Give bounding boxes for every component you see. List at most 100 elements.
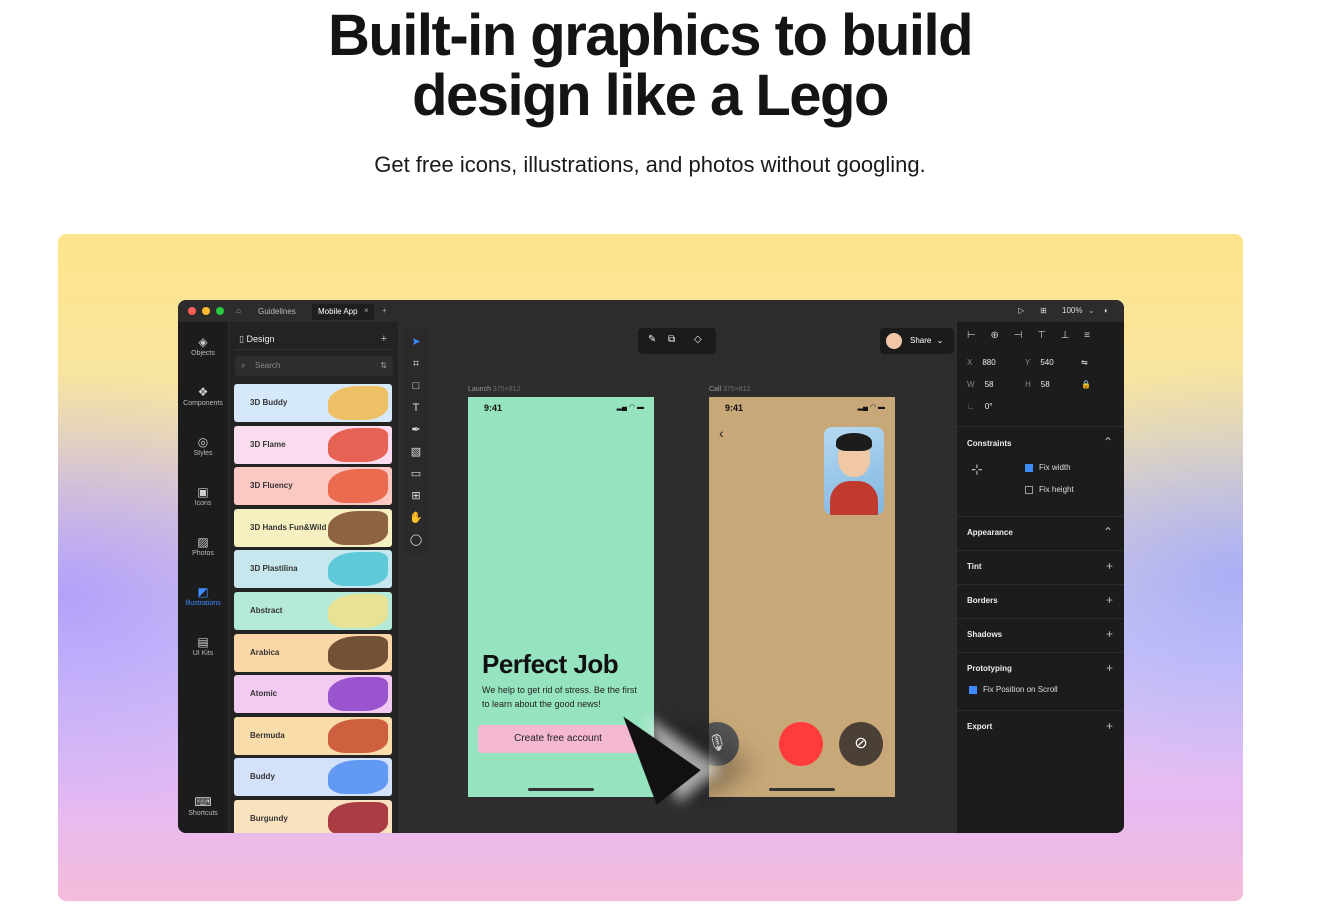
launch-body: We help to get rid of stress. Be the fir… (482, 685, 637, 709)
image-tool-icon[interactable]: ▧ (403, 442, 429, 462)
add-prototype-icon[interactable]: + (1106, 661, 1113, 675)
add-shadow-icon[interactable]: + (1106, 627, 1113, 641)
y-field[interactable]: Y 540 (1025, 358, 1054, 367)
canvas[interactable]: ✎ ⧉ ◇ Share ⌄ Launch 375×812 Call 375×81… (398, 322, 956, 833)
add-tint-icon[interactable]: + (1106, 559, 1113, 573)
illustration-thumbnail (328, 635, 388, 670)
new-tab-icon[interactable]: + (382, 304, 387, 318)
hero-subtitle: Get free icons, illustrations, and photo… (374, 152, 926, 177)
illustration-card[interactable]: 3D Plastilina (234, 550, 392, 589)
grid-icon[interactable]: ⊞ (1040, 304, 1047, 318)
rail-item-styles[interactable]: ◎ Styles (178, 434, 228, 457)
flip-icon[interactable]: ⇋ (1081, 358, 1088, 367)
fix-height-checkbox[interactable]: Fix height (1025, 485, 1074, 494)
search-input[interactable]: ⌕ Search ⇅ (235, 356, 393, 376)
zoom-level[interactable]: 100% (1062, 304, 1082, 318)
illustration-card[interactable]: Abstract (234, 592, 392, 630)
component-icon[interactable]: ◇ (694, 334, 702, 345)
input-tool-icon[interactable]: ▭ (403, 464, 429, 484)
share-button[interactable]: Share ⌄ (880, 328, 954, 354)
close-window-dot[interactable] (188, 307, 196, 315)
theme-toggle-icon[interactable]: ◐ (1104, 304, 1109, 318)
maximize-window-dot[interactable] (216, 307, 224, 315)
prototyping-section[interactable]: Prototyping + Fix Position on Scroll (957, 652, 1124, 710)
illustration-card[interactable]: Arabica (234, 633, 392, 672)
y-value: 540 (1040, 358, 1054, 367)
h-field[interactable]: H 58 (1025, 380, 1050, 389)
tint-section[interactable]: Tint + (957, 550, 1124, 584)
rail-item-components[interactable]: ❖ Components (178, 384, 228, 407)
rail-item-objects[interactable]: ◈ Objects (178, 334, 228, 357)
illustration-card[interactable]: 3D Fluency (234, 467, 392, 506)
frame-label-call: Call 375×812 (709, 386, 750, 393)
rectangle-tool-icon[interactable]: □ (403, 376, 429, 396)
comment-tool-icon[interactable]: ◯ (403, 530, 429, 550)
rail-item-photos[interactable]: ▨ Photos (178, 534, 228, 557)
hero-title-line-2: design like a Lego (412, 63, 889, 128)
play-icon[interactable]: ▷ (1018, 304, 1024, 318)
chevron-down-icon[interactable]: ⌄ (1088, 304, 1095, 318)
status-time: 9:41 (484, 403, 503, 413)
pen-icon[interactable]: ✎ (648, 334, 656, 345)
illustration-card[interactable]: Atomic (234, 675, 392, 714)
frame-size-launch: 375×812 (492, 386, 521, 393)
mute-button[interactable]: 🎙 (709, 722, 739, 766)
hand-tool-icon[interactable]: ✋ (403, 508, 429, 528)
frame-tool-icon[interactable]: ⌗ (403, 354, 429, 374)
text-tool-icon[interactable]: T (403, 398, 429, 418)
x-field[interactable]: X 880 (967, 358, 996, 367)
illustration-card[interactable]: Burgundy (234, 800, 392, 833)
canvas-toolbar: ✎ ⧉ ◇ (638, 328, 716, 354)
frame-name-call: Call (709, 386, 722, 393)
illustration-card-label: Atomic (250, 689, 278, 699)
boolean-icon[interactable]: ⧉ (668, 334, 675, 345)
keyboard-icon: ⌨ (194, 795, 212, 809)
collapse-chevron-icon[interactable]: ⌃ (1103, 435, 1113, 449)
design-header[interactable]: ▯ Design + (235, 328, 393, 350)
rail-item-icons[interactable]: ▣ Icons (178, 484, 228, 507)
illustration-card[interactable]: 3D Buddy (234, 384, 392, 422)
fix-position-checkbox[interactable]: Fix Position on Scroll (969, 685, 1058, 694)
export-section[interactable]: Export + (957, 710, 1124, 744)
add-border-icon[interactable]: + (1106, 593, 1113, 607)
fix-width-checkbox[interactable]: Fix width (1025, 463, 1071, 472)
camera-off-button[interactable]: ⊘ (839, 722, 883, 766)
call-frame[interactable]: 9:41 ▂▄ ◠ ▬ ‹ 🎙 ⊘ (709, 397, 895, 797)
illustration-card-label: Arabica (250, 647, 280, 657)
align-toolbar[interactable]: ⊢ ⊕ ⊣ ⊤ ⊥ ≡ (967, 330, 1096, 341)
components-tool-icon[interactable]: ⊞ (403, 486, 429, 506)
minimize-window-dot[interactable] (202, 307, 210, 315)
illustration-card[interactable]: Bermuda (234, 716, 392, 755)
appearance-chevron-icon[interactable]: ⌃ (1103, 525, 1113, 539)
rail-item-ui-kits[interactable]: ▤ UI Kits (178, 634, 228, 657)
rotation-field[interactable]: ∟ 0° (967, 402, 993, 411)
add-icon[interactable]: + (381, 328, 387, 350)
rail-item-illustrations[interactable]: ◩ Illustrations (178, 584, 228, 607)
constraints-widget[interactable]: ⊹ (971, 461, 983, 478)
pen-tool-icon[interactable]: ✒ (403, 420, 429, 440)
rail-label-photos: Photos (192, 550, 214, 557)
tab-guidelines[interactable]: Guidelines (252, 304, 302, 320)
lock-icon[interactable]: 🔒 (1081, 380, 1091, 389)
illustration-card[interactable]: 3D Hands Fun&Wild (234, 508, 392, 547)
share-chevron-icon: ⌄ (936, 336, 944, 345)
illustration-thumbnail (328, 552, 388, 587)
appearance-section[interactable]: Appearance ⌃ (957, 516, 1124, 550)
x-value: 880 (982, 358, 996, 367)
shadows-section[interactable]: Shadows + (957, 618, 1124, 652)
title-bar: ⌂ Guidelines Mobile App × + ▷ ⊞ 100% ⌄ ◐ (178, 300, 1124, 322)
illustration-card[interactable]: Buddy (234, 758, 392, 797)
borders-section[interactable]: Borders + (957, 584, 1124, 618)
design-header-label: Design (246, 334, 275, 344)
collapse-icon[interactable]: ⇅ (380, 356, 387, 376)
tab-close-icon[interactable]: × (364, 304, 369, 318)
back-chevron-icon[interactable]: ‹ (719, 425, 724, 441)
illustration-card[interactable]: 3D Flame (234, 425, 392, 464)
move-tool-icon[interactable]: ➤ (403, 332, 429, 352)
add-export-icon[interactable]: + (1106, 719, 1113, 733)
frame-name-launch: Launch (468, 386, 491, 393)
home-icon[interactable]: ⌂ (236, 304, 241, 318)
w-field[interactable]: W 58 (967, 380, 993, 389)
rail-item-shortcuts[interactable]: ⌨ Shortcuts (178, 794, 228, 817)
end-call-button[interactable] (779, 722, 823, 766)
